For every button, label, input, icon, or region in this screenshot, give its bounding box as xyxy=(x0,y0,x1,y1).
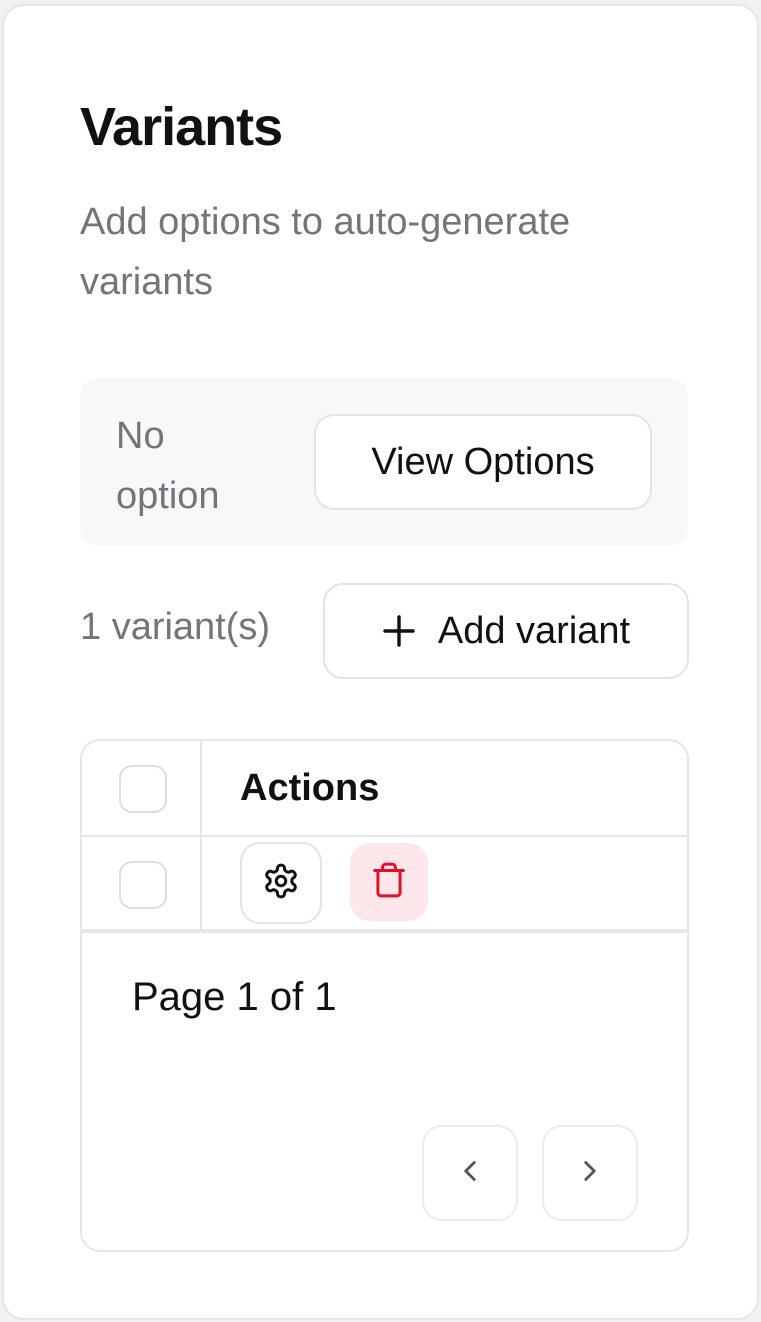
variants-table: Actions Page 1 of 1 xyxy=(80,739,689,1252)
chevron-left-icon xyxy=(453,1154,487,1193)
view-options-button[interactable]: View Options xyxy=(314,414,652,510)
chevron-right-icon xyxy=(573,1154,607,1193)
select-all-checkbox[interactable] xyxy=(119,765,167,813)
page-subtitle: Add options to auto-generate variants xyxy=(80,201,571,303)
add-variant-button[interactable]: Add variant xyxy=(323,583,689,679)
variant-count: 1 variant(s) xyxy=(80,606,271,648)
next-page-button[interactable] xyxy=(542,1125,638,1221)
variants-card: Variants Add options to auto-generate va… xyxy=(2,4,759,1320)
row-checkbox-cell xyxy=(82,837,202,929)
actions-column-header: Actions xyxy=(240,767,380,809)
table-header-row: Actions xyxy=(82,741,687,837)
row-checkbox[interactable] xyxy=(119,861,167,909)
trash-icon xyxy=(370,861,408,904)
add-variant-label: Add variant xyxy=(437,609,631,652)
header-checkbox-cell xyxy=(82,741,202,835)
page-title: Variants xyxy=(80,97,283,157)
options-panel: No option View Options xyxy=(80,378,688,546)
pagination-info: Page 1 of 1 xyxy=(132,975,337,1019)
variant-settings-button[interactable] xyxy=(240,842,322,924)
previous-page-button[interactable] xyxy=(422,1125,518,1221)
no-option-text: No option xyxy=(116,415,220,517)
table-row xyxy=(82,837,687,933)
plus-icon xyxy=(382,614,416,648)
gear-icon xyxy=(262,862,300,905)
variant-delete-button[interactable] xyxy=(350,843,428,921)
view-options-label: View Options xyxy=(371,440,595,483)
